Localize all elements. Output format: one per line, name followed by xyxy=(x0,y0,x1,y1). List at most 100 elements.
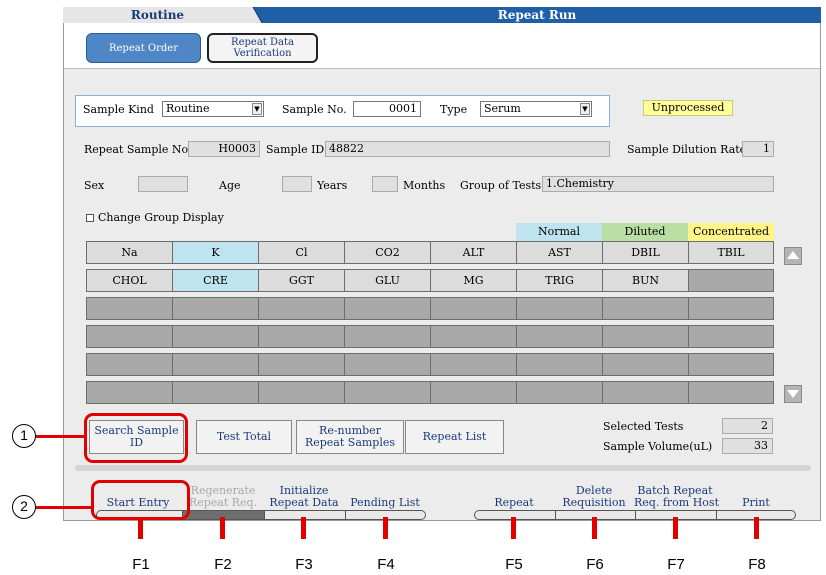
legend-normal: Normal xyxy=(516,223,602,241)
empty-test-cell xyxy=(86,297,173,320)
empty-test-cell xyxy=(688,325,774,348)
empty-test-cell xyxy=(258,381,345,404)
empty-test-cell xyxy=(602,297,689,320)
f3-stem xyxy=(301,517,306,539)
renumber-repeat-samples-button[interactable]: Re-number Repeat Samples xyxy=(296,420,404,454)
fkey-bar-right xyxy=(474,510,796,520)
tab-divider xyxy=(244,7,262,23)
sample-volume-value: 33 xyxy=(722,438,773,454)
dilution-rate-label: Sample Dilution Rate xyxy=(627,143,747,156)
divider xyxy=(555,511,556,519)
age-years-value xyxy=(282,176,312,192)
callout-1-marker: 1 xyxy=(12,424,36,448)
f7-number: F7 xyxy=(667,556,685,573)
fkey-f8-print[interactable]: Print xyxy=(716,497,796,509)
test-cell-ast[interactable]: AST xyxy=(516,241,603,264)
scroll-up-button[interactable] xyxy=(784,247,802,265)
legend-concentrated: Concentrated xyxy=(688,223,774,241)
callout-1-highlight xyxy=(84,413,188,463)
test-cell-ggt[interactable]: GGT xyxy=(258,269,345,292)
repeat-order-label: Repeat Order xyxy=(108,42,178,54)
months-label: Months xyxy=(403,179,446,192)
renumber-label-line2: Repeat Samples xyxy=(304,436,396,449)
group-of-tests-label: Group of Tests xyxy=(460,179,542,192)
divider xyxy=(635,511,636,519)
empty-test-cell xyxy=(172,325,259,348)
sex-value xyxy=(138,176,188,192)
empty-test-cell xyxy=(430,381,517,404)
fkey-f2-label-line2: Repeat Req. xyxy=(188,496,258,509)
test-total-button[interactable]: Test Total xyxy=(196,420,292,454)
empty-test-cell xyxy=(516,381,603,404)
sample-kind-value: Routine xyxy=(166,102,210,115)
dropdown-arrow-icon[interactable]: ▼ xyxy=(580,103,590,115)
fkey-f7-batch-repeat[interactable]: Batch Repeat Req. from Host xyxy=(634,485,719,509)
empty-test-cell xyxy=(430,353,517,376)
test-cell-dbil[interactable]: DBIL xyxy=(602,241,689,264)
fkey-f5-repeat[interactable]: Repeat xyxy=(474,497,554,509)
sample-no-label: Sample No. xyxy=(282,103,347,116)
f5-number: F5 xyxy=(505,556,523,573)
empty-test-cell xyxy=(688,353,774,376)
test-cell-mg[interactable]: MG xyxy=(430,269,517,292)
sample-no-input[interactable]: 0001 xyxy=(353,101,421,117)
empty-test-cell xyxy=(430,297,517,320)
callout-1-line xyxy=(34,435,86,438)
empty-test-cell xyxy=(688,381,774,404)
fkey-f3-initialize[interactable]: Initialize Repeat Data xyxy=(264,485,344,509)
group-of-tests-value: 1.Chemistry xyxy=(542,176,774,192)
dropdown-arrow-icon[interactable]: ▼ xyxy=(252,103,262,115)
repeat-order-button[interactable]: Repeat Order xyxy=(86,33,201,63)
test-cell-k[interactable]: K xyxy=(172,241,259,264)
f3-number: F3 xyxy=(295,556,313,573)
empty-test-cell xyxy=(344,353,431,376)
sex-label: Sex xyxy=(84,179,105,192)
test-cell-bun[interactable]: BUN xyxy=(602,269,689,292)
arrow-up-icon xyxy=(787,251,799,259)
empty-test-cell xyxy=(258,325,345,348)
repeat-list-button[interactable]: Repeat List xyxy=(405,420,504,454)
change-group-checkbox[interactable]: Change Group Display xyxy=(86,211,224,224)
test-cell-cre[interactable]: CRE xyxy=(172,269,259,292)
checkbox-icon[interactable] xyxy=(86,213,94,222)
sample-kind-label: Sample Kind xyxy=(83,103,154,116)
test-cell-tbil[interactable]: TBIL xyxy=(688,241,774,264)
test-cell-alt[interactable]: ALT xyxy=(430,241,517,264)
window-title: Repeat Run xyxy=(253,7,821,23)
test-grid: Na K Cl CO2 ALT AST DBIL TBIL CHOL CRE G… xyxy=(86,241,774,409)
fkey-f6-delete-requisition[interactable]: Delete Requisition xyxy=(554,485,634,509)
empty-test-cell xyxy=(258,353,345,376)
test-cell-glu[interactable]: GLU xyxy=(344,269,431,292)
dilution-rate-value: 1 xyxy=(742,141,774,157)
empty-test-cell xyxy=(688,297,774,320)
arrow-down-icon xyxy=(787,390,799,398)
f7-stem xyxy=(673,517,678,539)
sample-volume-label: Sample Volume(uL) xyxy=(603,440,713,453)
divider xyxy=(345,511,346,519)
test-cell-na[interactable]: Na xyxy=(86,241,173,264)
status-badge: Unprocessed xyxy=(643,100,733,116)
fkey-f3-label-line2: Repeat Data xyxy=(269,496,339,509)
sample-id-value: 48822 xyxy=(325,141,610,157)
test-cell-chol[interactable]: CHOL xyxy=(86,269,173,292)
age-months-value xyxy=(372,176,398,192)
sample-kind-select[interactable]: Routine ▼ xyxy=(162,101,264,117)
repeat-data-verification-button[interactable]: Repeat Data Verification xyxy=(207,33,318,63)
f8-number: F8 xyxy=(748,556,766,573)
tab-routine[interactable]: Routine xyxy=(63,7,253,23)
separator xyxy=(75,465,811,471)
test-total-label: Test Total xyxy=(216,430,272,443)
test-cell-co2[interactable]: CO2 xyxy=(344,241,431,264)
test-cell-cl[interactable]: Cl xyxy=(258,241,345,264)
empty-test-cell xyxy=(172,353,259,376)
fkey-f4-pending-list[interactable]: Pending List xyxy=(344,497,426,509)
empty-test-cell xyxy=(86,381,173,404)
callout-2-highlight xyxy=(91,480,190,520)
type-select[interactable]: Serum ▼ xyxy=(480,101,592,117)
type-label: Type xyxy=(440,103,468,116)
divider xyxy=(264,511,265,519)
scroll-down-button[interactable] xyxy=(784,385,802,403)
test-cell-trig[interactable]: TRIG xyxy=(516,269,603,292)
age-label: Age xyxy=(219,179,241,192)
repeat-sample-no-value: H0003 xyxy=(188,141,260,157)
